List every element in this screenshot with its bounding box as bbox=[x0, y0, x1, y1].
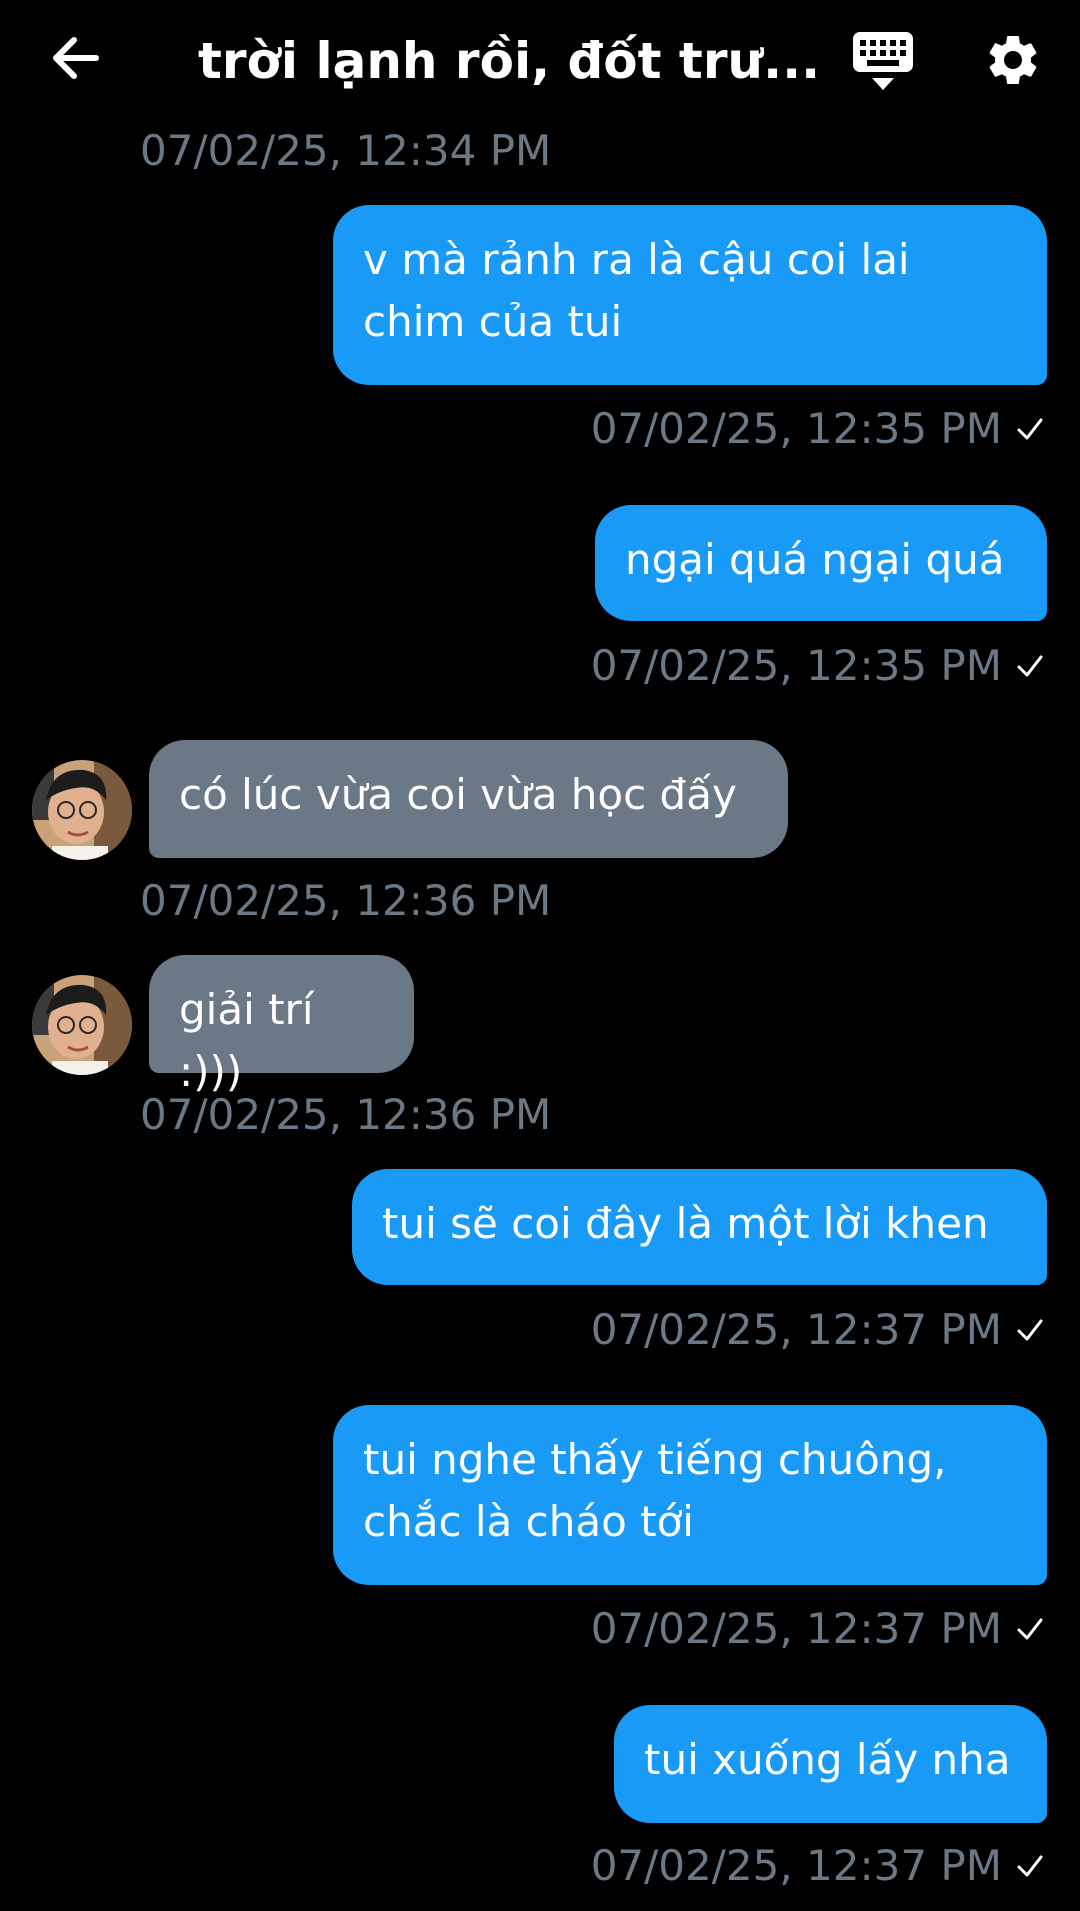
message-text-line: chắc là cháo tới bbox=[363, 1497, 694, 1546]
avatar-image bbox=[32, 760, 132, 860]
check-icon bbox=[1017, 418, 1043, 440]
avatar[interactable] bbox=[32, 760, 132, 860]
outgoing-message-bubble[interactable]: tui sẽ coi đây là một lời khen bbox=[352, 1169, 1047, 1285]
outgoing-message-bubble[interactable]: tui nghe thấy tiếng chuông, chắc là cháo… bbox=[333, 1405, 1047, 1585]
keyboard-button[interactable] bbox=[850, 28, 916, 94]
avatar-image bbox=[32, 975, 132, 1075]
back-button[interactable] bbox=[48, 30, 104, 86]
incoming-message-bubble[interactable]: giải trí :))) bbox=[149, 955, 414, 1096]
message-timestamp: 07/02/25, 12:36 PM bbox=[140, 1090, 552, 1139]
message-text-line: tui nghe thấy tiếng chuông, bbox=[363, 1435, 947, 1484]
message-timestamp: 07/02/25, 12:37 PM bbox=[590, 1841, 1002, 1890]
incoming-message-bubble[interactable]: có lúc vừa coi vừa học đấy bbox=[149, 740, 788, 858]
message-text-line: chim của tui bbox=[363, 297, 623, 346]
outgoing-message-bubble[interactable]: v mà rảnh ra là cậu coi lai chim của tui bbox=[333, 205, 1047, 385]
outgoing-message-bubble[interactable]: ngại quá ngại quá bbox=[595, 505, 1047, 621]
arrow-left-icon bbox=[53, 37, 99, 79]
check-icon bbox=[1017, 1618, 1043, 1640]
message-text: có lúc vừa coi vừa học đấy bbox=[179, 770, 737, 819]
avatar[interactable] bbox=[32, 975, 132, 1075]
message-meta: 07/02/25, 12:37 PM bbox=[591, 1604, 1044, 1654]
message-timestamp: 07/02/25, 12:37 PM bbox=[590, 1305, 1002, 1354]
message-meta: 07/02/25, 12:37 PM bbox=[591, 1305, 1044, 1355]
chat-header: trời lạnh rồi, đốt trư... bbox=[0, 0, 1080, 120]
chat-title: trời lạnh rồi, đốt trư... bbox=[198, 32, 821, 90]
outgoing-message-bubble[interactable]: tui xuống lấy nha bbox=[614, 1705, 1047, 1823]
message-timestamp: 07/02/25, 12:35 PM bbox=[590, 404, 1002, 453]
message-text: giải trí :))) bbox=[179, 985, 314, 1096]
check-icon bbox=[1017, 655, 1043, 677]
message-text: ngại quá ngại quá bbox=[625, 535, 1005, 584]
message-timestamp: 07/02/25, 12:36 PM bbox=[140, 876, 552, 925]
gear-icon bbox=[989, 35, 1037, 84]
check-icon bbox=[1017, 1855, 1043, 1877]
message-text-line: v mà rảnh ra là cậu coi lai bbox=[363, 235, 910, 284]
message-meta: 07/02/25, 12:35 PM bbox=[591, 641, 1044, 691]
message-text: tui sẽ coi đây là một lời khen bbox=[382, 1199, 989, 1248]
check-icon bbox=[1017, 1319, 1043, 1341]
message-timestamp: 07/02/25, 12:37 PM bbox=[590, 1604, 1002, 1653]
message-meta: 07/02/25, 12:37 PM bbox=[591, 1841, 1044, 1891]
message-timestamp: 07/02/25, 12:35 PM bbox=[590, 641, 1002, 690]
keyboard-icon bbox=[853, 32, 913, 90]
message-meta: 07/02/25, 12:35 PM bbox=[591, 404, 1044, 454]
message-text: tui xuống lấy nha bbox=[644, 1735, 1011, 1784]
message-timestamp: 07/02/25, 12:34 PM bbox=[140, 126, 552, 175]
settings-button[interactable] bbox=[983, 30, 1043, 90]
